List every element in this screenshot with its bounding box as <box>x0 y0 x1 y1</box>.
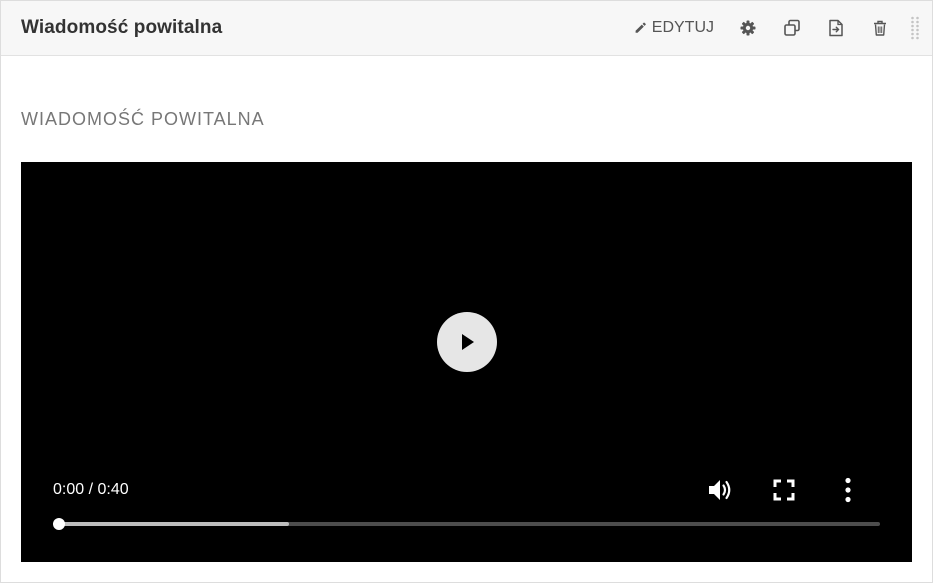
more-options-icon <box>845 477 851 503</box>
drag-handle[interactable] <box>902 1 928 55</box>
progress-bar[interactable] <box>53 518 880 530</box>
copy-icon <box>784 19 800 36</box>
fullscreen-icon <box>773 479 795 501</box>
time-display: 0:00 / 0:40 <box>53 481 129 498</box>
trash-icon <box>874 20 886 36</box>
volume-icon <box>709 480 731 500</box>
settings-button[interactable] <box>726 1 770 55</box>
panel-toolbar: EDYTUJ <box>634 1 932 55</box>
content-panel: Wiadomość powitalna EDYTUJ WIADOMOŚĆ POW… <box>0 0 933 583</box>
panel-title: Wiadomość powitalna <box>21 17 223 38</box>
edit-button-label: EDYTUJ <box>651 19 714 36</box>
section-heading: WIADOMOŚĆ POWITALNA <box>21 109 265 129</box>
duplicate-button[interactable] <box>770 1 814 55</box>
delete-button[interactable] <box>858 1 902 55</box>
pencil-icon <box>635 22 646 33</box>
play-icon <box>462 334 474 350</box>
panel-header: Wiadomość powitalna EDYTUJ <box>1 1 932 56</box>
gear-icon <box>740 20 756 36</box>
video-player[interactable]: 0:00 / 0:40 <box>21 162 912 562</box>
export-button[interactable] <box>814 1 858 55</box>
more-options-button[interactable] <box>830 474 866 506</box>
progress-thumb[interactable] <box>53 518 65 530</box>
progress-buffered <box>59 522 289 526</box>
export-icon <box>829 19 843 37</box>
fullscreen-button[interactable] <box>766 474 802 506</box>
volume-button[interactable] <box>702 474 738 506</box>
drag-handle-icon <box>911 16 919 40</box>
play-button[interactable] <box>437 312 497 372</box>
edit-button[interactable]: EDYTUJ <box>634 1 714 55</box>
